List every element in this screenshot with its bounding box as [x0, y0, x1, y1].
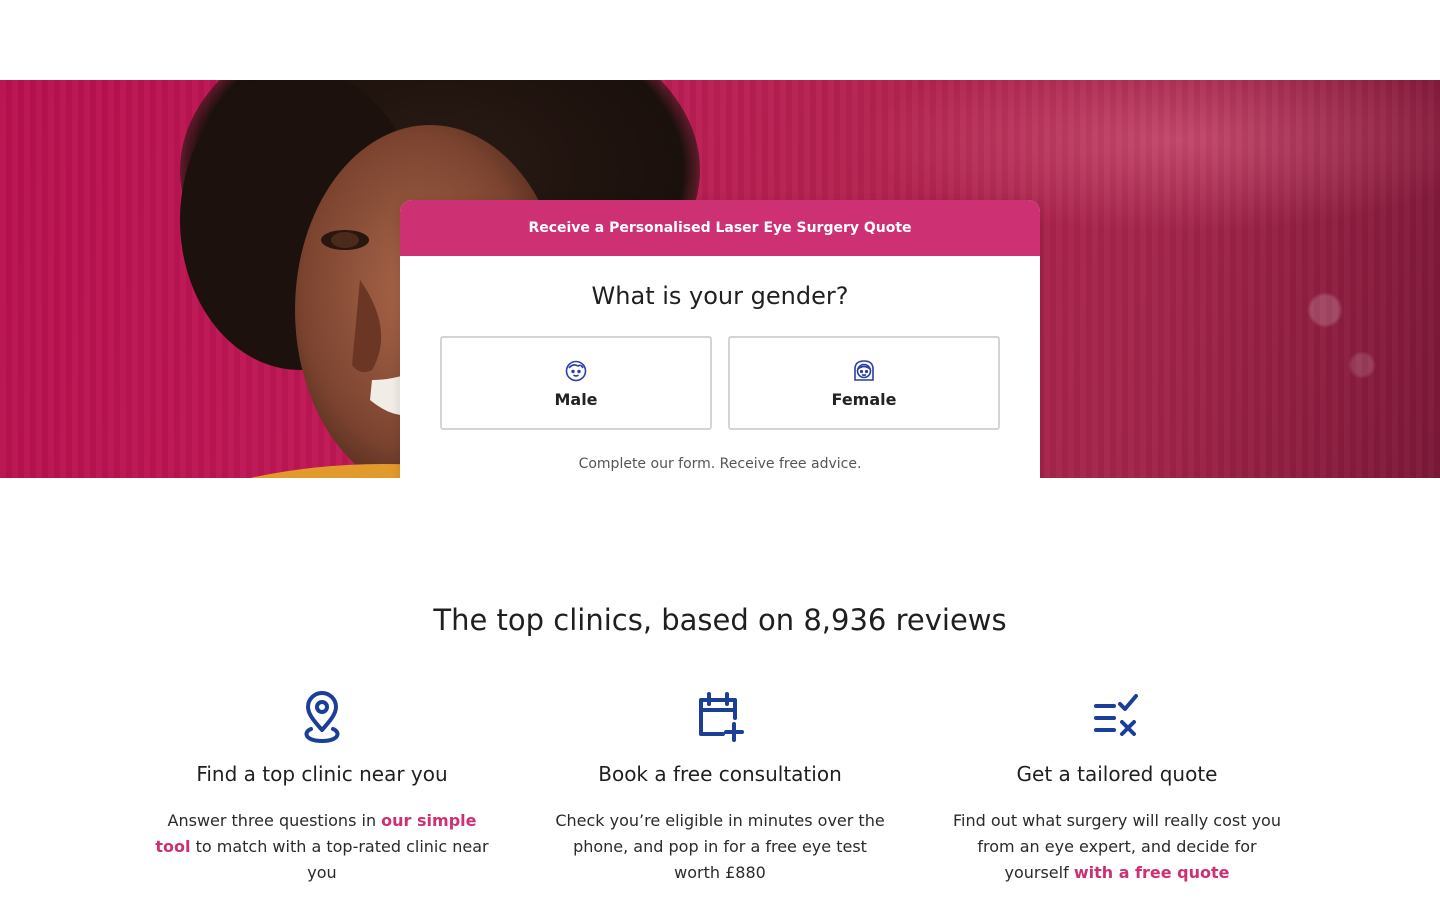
calendar-plus-icon: [699, 692, 744, 742]
features-section-title: The top clinics, based on 8,936 reviews: [433, 603, 1007, 637]
feature-find-clinic: Find a top clinic near you Answer three …: [122, 690, 522, 886]
feature-text: Answer three questions in: [167, 811, 382, 830]
gender-question: What is your gender?: [591, 282, 849, 310]
feature-description: Find out what surgery will really cost y…: [917, 808, 1317, 886]
feature-text: Check you’re eligible in minutes over th…: [555, 811, 885, 882]
female-face-icon: [854, 359, 874, 381]
quote-form-card: Receive a Personalised Laser Eye Surgery…: [400, 200, 1040, 478]
male-option-button[interactable]: Male: [440, 336, 712, 430]
map-pin-icon: [304, 691, 340, 743]
feature-description: Check you’re eligible in minutes over th…: [520, 808, 920, 886]
feature-text: to match with a top-rated clinic near yo…: [190, 837, 489, 882]
feature-title: Book a free consultation: [598, 762, 842, 786]
gender-options: Male Female: [440, 336, 1000, 430]
quote-form-footer-text: Complete our form. Receive free advice.: [578, 456, 862, 472]
feature-title: Find a top clinic near you: [196, 762, 448, 786]
feature-book-consultation: Book a free consultation Check you’re el…: [520, 690, 920, 886]
female-option-label: Female: [831, 389, 897, 409]
hero-banner: Receive a Personalised Laser Eye Surgery…: [0, 80, 1440, 478]
free-quote-link[interactable]: with a free quote: [1074, 863, 1230, 882]
feature-title: Get a tailored quote: [1016, 762, 1218, 786]
feature-description: Answer three questions in our simple too…: [122, 808, 522, 886]
female-option-button[interactable]: Female: [728, 336, 1000, 430]
quote-form-header: Receive a Personalised Laser Eye Surgery…: [400, 200, 1040, 256]
male-face-icon: [565, 360, 587, 381]
list-check-icon: [1094, 694, 1138, 736]
top-navigation-bar: [0, 0, 1440, 80]
male-option-label: Male: [554, 389, 598, 409]
feature-tailored-quote: Get a tailored quote Find out what surge…: [917, 690, 1317, 886]
